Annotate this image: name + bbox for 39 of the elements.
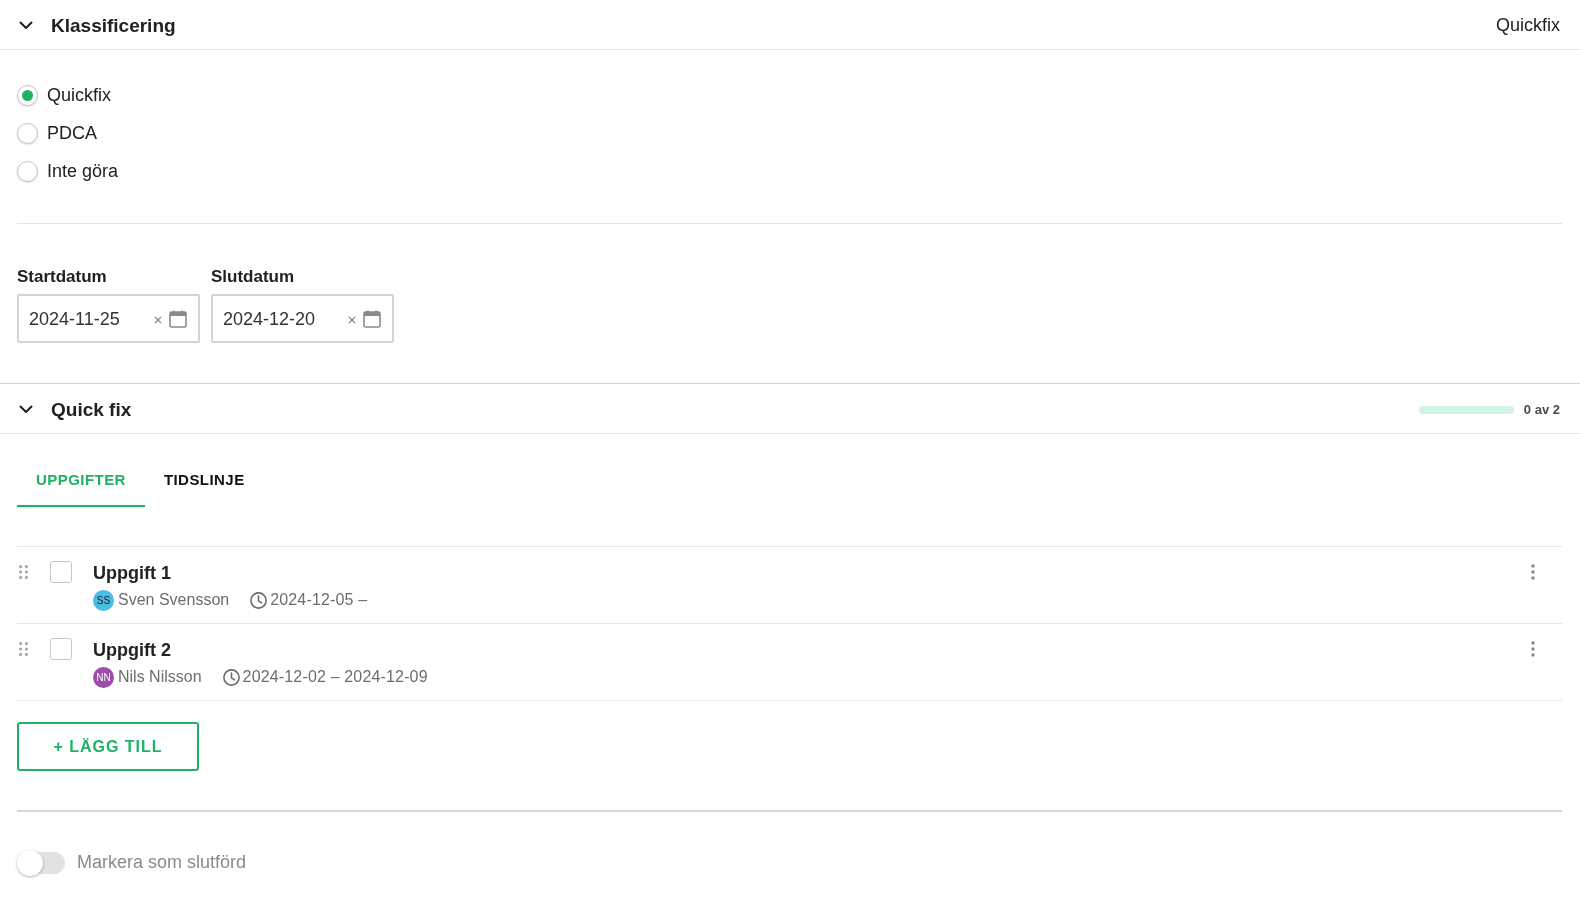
toggle-label: Markera som slutförd <box>77 851 247 874</box>
radio-button[interactable] <box>17 160 38 182</box>
toggle-switch[interactable] <box>17 849 65 876</box>
progress-count: 0 av 2 <box>1523 400 1560 419</box>
radio-button[interactable] <box>17 122 38 144</box>
checkbox[interactable] <box>50 561 72 583</box>
task-dates: 2024-12-05 – <box>270 590 368 610</box>
classification-summary: Quickfix <box>1496 14 1560 37</box>
avatar: NN <box>93 666 114 688</box>
calendar-icon[interactable] <box>363 309 381 328</box>
more-options-icon[interactable] <box>1531 564 1535 580</box>
clock-icon <box>250 591 268 609</box>
avatar: SS <box>93 589 114 611</box>
section-title: Quick fix <box>51 397 132 422</box>
radio-label: PDCA <box>47 122 97 145</box>
chevron-down-icon[interactable] <box>19 21 33 30</box>
drag-handle-icon[interactable] <box>19 565 28 579</box>
task-title: Uppgift 2 <box>93 639 172 661</box>
field-label: Slutdatum <box>211 266 296 288</box>
task-title: Uppgift 1 <box>93 562 172 584</box>
radio-label: Quickfix <box>47 84 111 107</box>
field-label: Startdatum <box>17 266 108 288</box>
radio-button[interactable] <box>17 84 38 106</box>
checkbox[interactable] <box>50 638 72 660</box>
date-field[interactable]: 2024-12-20 <box>211 294 394 343</box>
tab[interactable]: TIDSLINJE <box>144 454 264 507</box>
task-dates: 2024-12-02 – 2024-12-09 <box>242 667 428 687</box>
calendar-icon[interactable] <box>169 309 187 328</box>
date-field[interactable]: 2024-11-25 <box>17 294 200 343</box>
section-title: Klassificering <box>51 13 176 38</box>
assignee-name: Nils Nilsson <box>118 667 202 687</box>
assignee-name: Sven Svensson <box>118 590 230 610</box>
more-options-icon[interactable] <box>1531 641 1535 657</box>
clear-icon[interactable] <box>348 316 356 324</box>
clock-icon <box>222 668 240 686</box>
drag-handle-icon[interactable] <box>19 642 28 656</box>
chevron-down-icon[interactable] <box>19 405 33 414</box>
radio-label: Inte göra <box>47 160 119 183</box>
clear-icon[interactable] <box>154 316 162 324</box>
